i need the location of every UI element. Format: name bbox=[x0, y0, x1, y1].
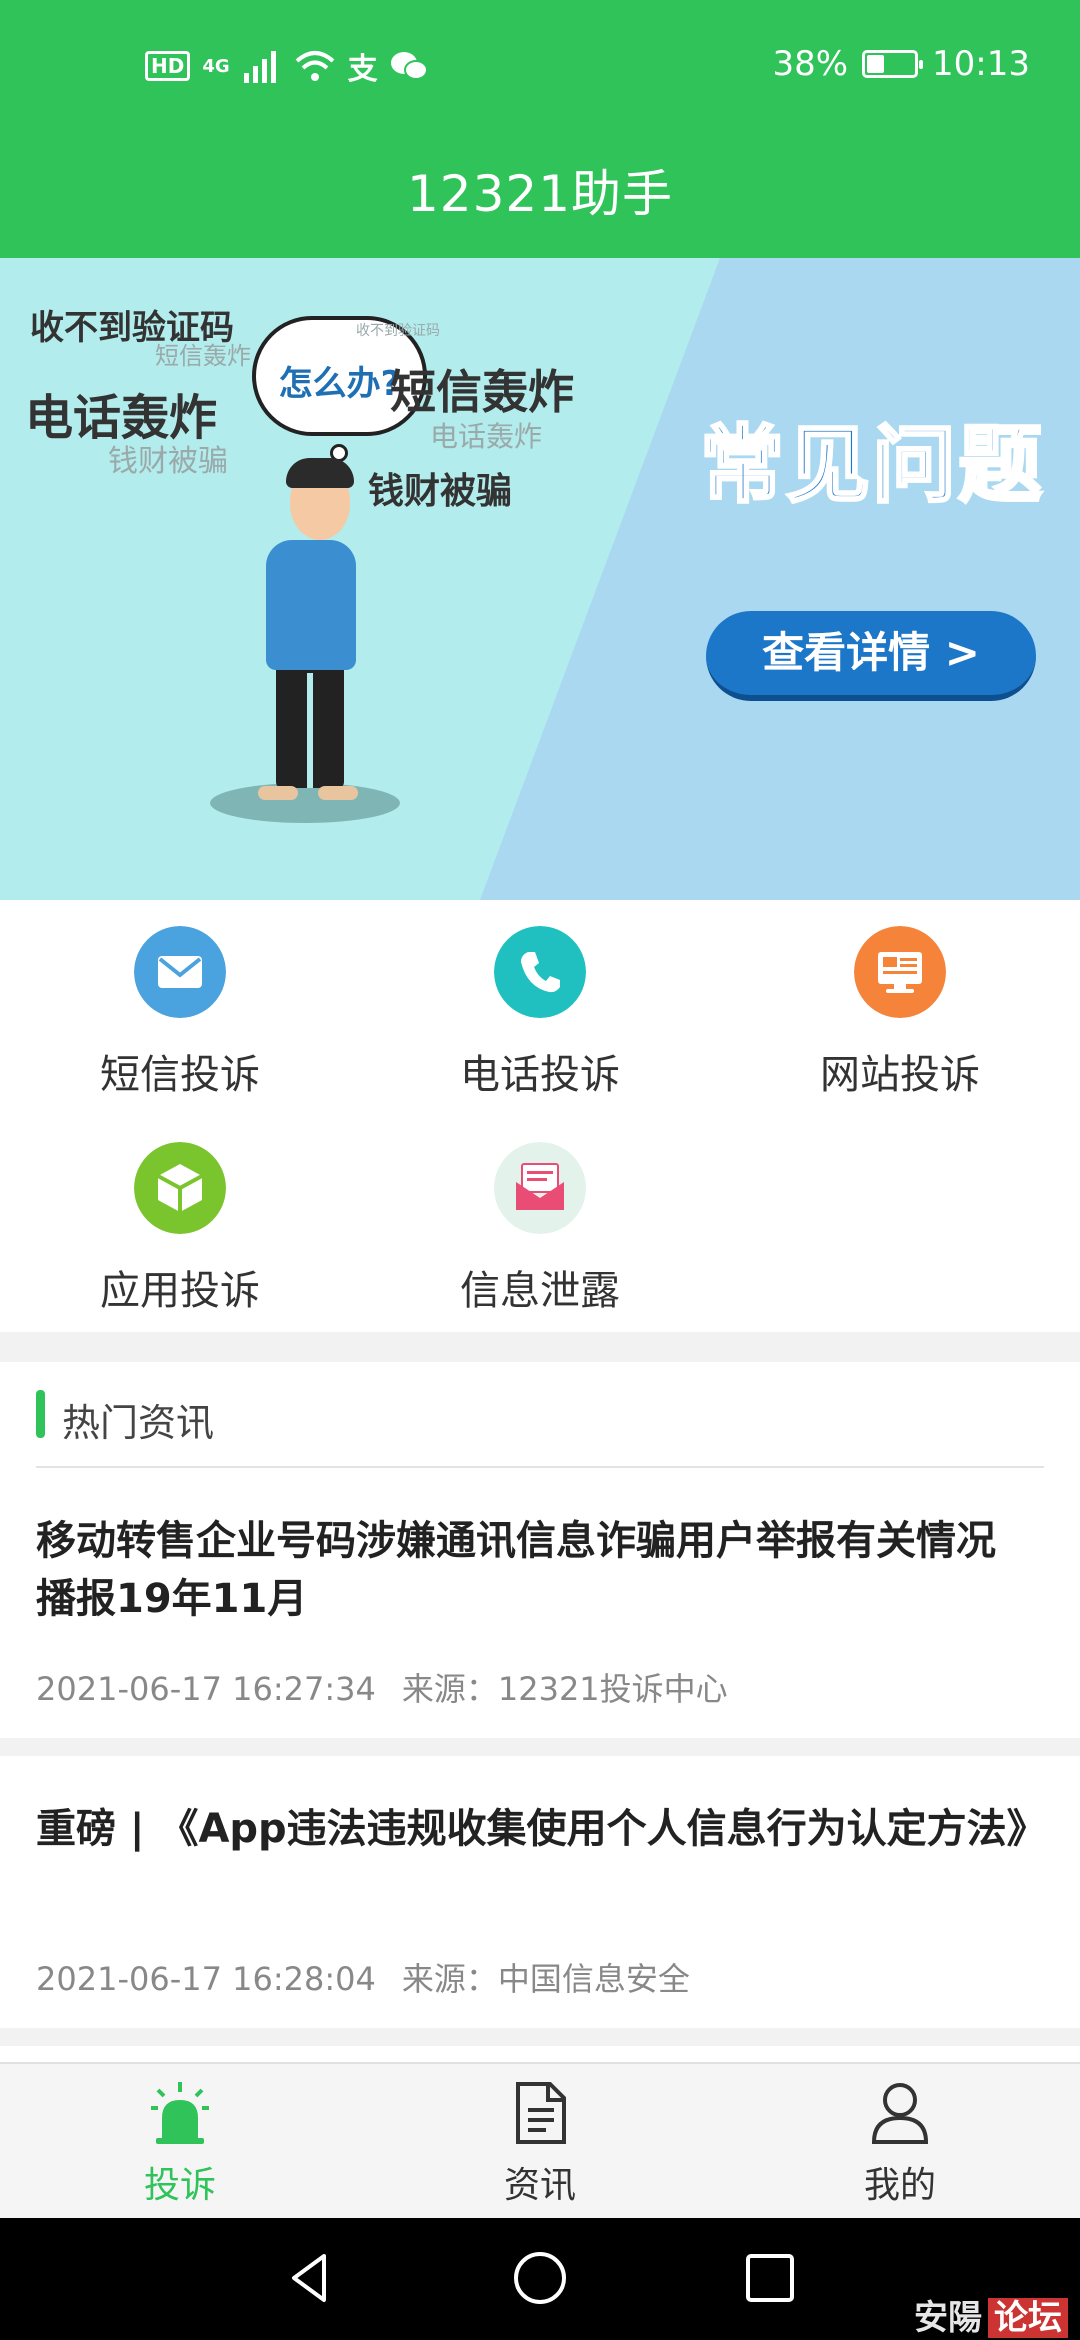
mail-icon bbox=[134, 926, 226, 1018]
news-title: 移动转售企业号码涉嫌通讯信息诈骗用户举报有关情况播报19年11月 bbox=[36, 1518, 996, 1622]
envelope-open-icon bbox=[494, 1142, 586, 1234]
figure-shadow bbox=[210, 783, 400, 823]
banner-word: 钱财被骗 bbox=[108, 444, 228, 479]
tab-profile[interactable]: 我的 bbox=[720, 2064, 1080, 2220]
tab-label: 我的 bbox=[863, 2165, 936, 2206]
battery-level bbox=[867, 55, 885, 73]
banner-word: 收不到验证码 bbox=[356, 323, 440, 339]
website-complaint-button[interactable]: 网站投诉 bbox=[720, 900, 1080, 1098]
news-time: 2021-06-17 16:28:04 bbox=[36, 1960, 376, 1998]
figure-shoe bbox=[318, 786, 358, 800]
figure-hair bbox=[286, 458, 354, 488]
news-heading: 热门资讯 bbox=[62, 1401, 215, 1445]
user-icon bbox=[871, 2083, 929, 2144]
view-details-button[interactable]: 查看详情 > bbox=[706, 611, 1036, 701]
recents-icon[interactable] bbox=[740, 2248, 800, 2308]
faq-title: 常见问题 bbox=[698, 415, 1045, 516]
faq-banner[interactable]: 怎么办? 收不到验证码 短信轰炸 电话轰炸 钱财被骗 短信轰炸 电话轰炸 钱财被… bbox=[0, 258, 1080, 900]
hd-indicator: HD bbox=[145, 51, 191, 81]
monitor-icon bbox=[854, 926, 946, 1018]
news-item[interactable] bbox=[0, 2046, 1080, 2062]
grid-label: 应用投诉 bbox=[100, 1268, 260, 1314]
news-source: 来源：中国信息安全 bbox=[401, 1960, 690, 1998]
figure-shoe bbox=[258, 786, 298, 800]
bottom-tab-bar: 投诉 资讯 我的 bbox=[0, 2062, 1080, 2218]
page-title: 12321助手 bbox=[406, 165, 674, 223]
alarm-icon bbox=[151, 2082, 209, 2144]
news-section-header: 热门资讯 bbox=[0, 1362, 1080, 1468]
grid-label: 信息泄露 bbox=[460, 1268, 620, 1314]
tab-complaint[interactable]: 投诉 bbox=[0, 2064, 360, 2220]
signal-icon bbox=[243, 51, 276, 83]
phone-complaint-button[interactable]: 电话投诉 bbox=[360, 900, 720, 1098]
grid-label: 短信投诉 bbox=[100, 1052, 260, 1098]
grid-label: 网站投诉 bbox=[820, 1052, 980, 1098]
wechat-icon bbox=[390, 52, 428, 80]
info-leak-button[interactable]: 信息泄露 bbox=[360, 1116, 720, 1314]
news-source: 来源：12321投诉中心 bbox=[401, 1670, 728, 1708]
watermark-badge: 论坛 bbox=[988, 2298, 1068, 2338]
phone-icon bbox=[494, 926, 586, 1018]
home-icon[interactable] bbox=[510, 2248, 570, 2308]
section-accent-bar bbox=[36, 1390, 45, 1438]
banner-word: 钱财被骗 bbox=[368, 471, 513, 512]
banner-right-panel bbox=[480, 258, 1080, 900]
news-title: 重磅 | 《App违法违规收集使用个人信息行为认定方法》 bbox=[36, 1806, 1047, 1852]
app-complaint-button[interactable]: 应用投诉 bbox=[0, 1116, 360, 1314]
status-bar: HD 4G 支 38% 10:13 bbox=[0, 0, 1080, 130]
battery-percent: 38% bbox=[772, 44, 849, 84]
tab-news[interactable]: 资讯 bbox=[360, 2064, 720, 2220]
banner-word: 短信轰炸 bbox=[155, 342, 251, 370]
alipay-icon: 支 bbox=[347, 52, 378, 87]
status-indicators: HD 4G 支 bbox=[145, 44, 428, 88]
figure-body bbox=[266, 540, 356, 670]
back-icon[interactable] bbox=[280, 2248, 340, 2308]
document-icon bbox=[516, 2082, 566, 2144]
sms-complaint-button[interactable]: 短信投诉 bbox=[0, 900, 360, 1098]
tab-label: 资讯 bbox=[503, 2165, 576, 2206]
news-meta: 2021-06-17 16:28:04 来源：中国信息安全 bbox=[36, 1954, 690, 2000]
watermark-text: 安陽 bbox=[914, 2298, 982, 2338]
grid-label: 电话投诉 bbox=[460, 1052, 620, 1098]
news-time: 2021-06-17 16:27:34 bbox=[36, 1670, 376, 1708]
status-right: 38% 10:13 bbox=[772, 44, 1030, 84]
battery-icon bbox=[862, 50, 924, 78]
news-item[interactable]: 移动转售企业号码涉嫌通讯信息诈骗用户举报有关情况播报19年11月 2021-06… bbox=[0, 1468, 1080, 1738]
app-header: 12321助手 bbox=[0, 130, 1080, 258]
news-meta: 2021-06-17 16:27:34 来源：12321投诉中心 bbox=[36, 1664, 728, 1710]
complaint-grid: 短信投诉 电话投诉 网站投诉 应用投诉 信息泄露 bbox=[0, 900, 1080, 1332]
cube-icon bbox=[134, 1142, 226, 1234]
figure-legs bbox=[276, 663, 344, 788]
wifi-icon bbox=[295, 51, 334, 81]
network-indicator: 4G bbox=[202, 55, 230, 77]
watermark: 安陽 论坛 bbox=[914, 2290, 1068, 2339]
clock: 10:13 bbox=[932, 44, 1030, 84]
banner-word: 电话轰炸 bbox=[430, 420, 543, 453]
news-item[interactable]: 重磅 | 《App违法违规收集使用个人信息行为认定方法》 2021-06-17 … bbox=[0, 1756, 1080, 2028]
tab-label: 投诉 bbox=[143, 2165, 216, 2206]
banner-word: 短信轰炸 bbox=[390, 365, 574, 419]
